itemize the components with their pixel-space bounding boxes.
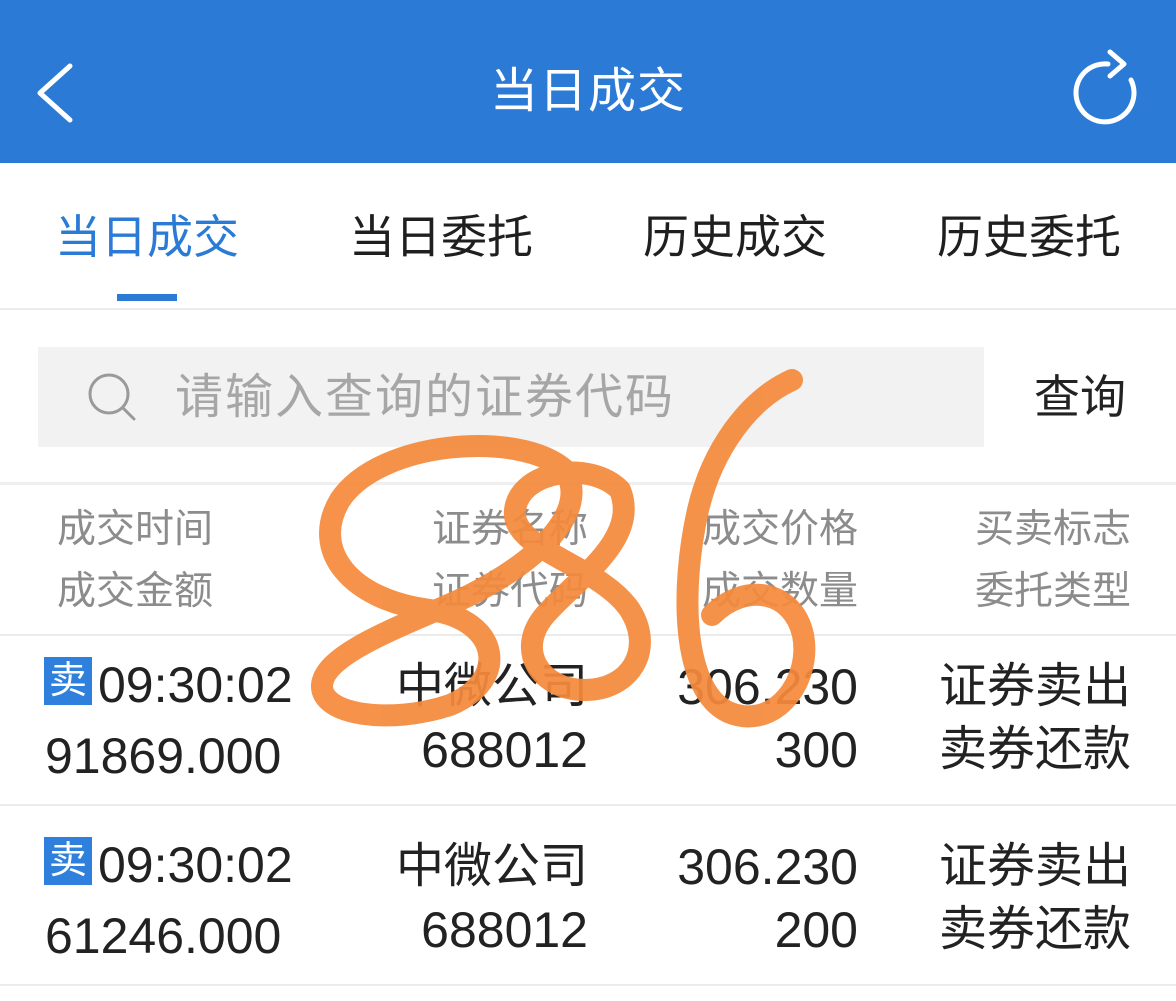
search-input[interactable] <box>175 367 965 427</box>
security-code: 688012 <box>421 902 588 958</box>
security-name: 中微公司 <box>395 840 588 893</box>
page-title: 当日成交 <box>489 65 686 118</box>
security-name: 中微公司 <box>395 660 588 713</box>
column-header-security-code: 证券代码 <box>431 570 588 613</box>
trade-time: 09:30:02 <box>98 837 293 893</box>
tab-history-orders[interactable]: 历史委托 <box>882 207 1176 267</box>
refresh-button[interactable] <box>1062 44 1146 140</box>
divider <box>0 482 1176 485</box>
table-row[interactable]: 卖 09:30:02 61246.000 中微公司 688012 306.230… <box>0 806 1176 984</box>
order-type: 卖券还款 <box>938 903 1131 956</box>
column-header-security-name: 证券名称 <box>431 508 588 551</box>
sell-badge: 卖 <box>44 657 92 705</box>
divider <box>0 308 1176 310</box>
tab-today-trades[interactable]: 当日成交 <box>0 207 294 267</box>
column-header-trade-price: 成交价格 <box>701 508 858 551</box>
top-bar: 当日成交 <box>0 0 1176 163</box>
sell-badge: 卖 <box>44 837 92 885</box>
security-code: 688012 <box>421 722 588 778</box>
column-header-trade-time: 成交时间 <box>57 508 214 551</box>
column-header-trade-quantity: 成交数量 <box>701 570 858 613</box>
query-button[interactable]: 查询 <box>1020 367 1140 427</box>
active-tab-indicator <box>117 294 177 301</box>
trade-price: 306.230 <box>677 659 858 715</box>
search-icon <box>88 373 136 421</box>
divider <box>0 634 1176 636</box>
column-header-order-type: 委托类型 <box>974 570 1131 613</box>
trade-direction: 证券卖出 <box>938 660 1131 713</box>
trade-quantity: 200 <box>774 902 858 958</box>
trade-quantity: 300 <box>774 722 858 778</box>
divider <box>0 984 1176 986</box>
table-row[interactable]: 卖 09:30:02 91869.000 中微公司 688012 306.230… <box>0 637 1176 804</box>
column-header-trade-amount: 成交金额 <box>57 570 214 613</box>
trade-direction: 证券卖出 <box>938 840 1131 893</box>
trade-time: 09:30:02 <box>98 657 293 713</box>
tab-today-orders[interactable]: 当日委托 <box>294 207 588 267</box>
refresh-icon <box>1073 49 1137 125</box>
trade-amount: 91869.000 <box>45 728 282 784</box>
trade-price: 306.230 <box>677 839 858 895</box>
tab-history-trades[interactable]: 历史成交 <box>588 207 882 267</box>
trade-amount: 61246.000 <box>45 908 282 964</box>
order-type: 卖券还款 <box>938 723 1131 776</box>
column-header-side: 买卖标志 <box>974 508 1131 551</box>
search-box[interactable] <box>38 347 984 447</box>
